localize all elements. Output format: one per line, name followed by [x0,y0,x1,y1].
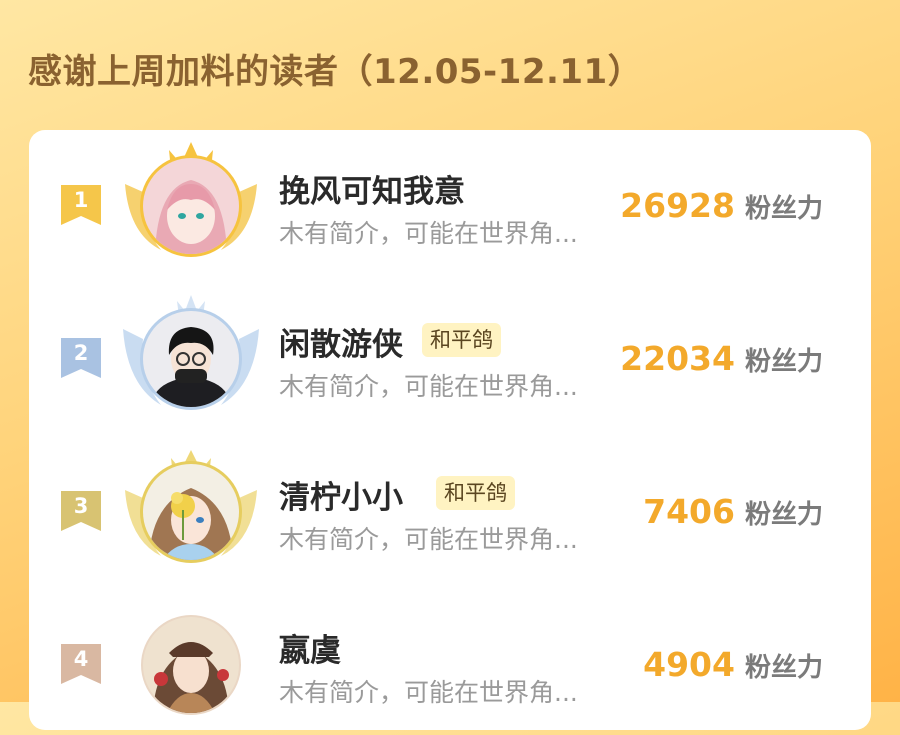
reader-name[interactable]: 挽风可知我意 [279,166,465,211]
fan-power: 7406 粉丝力 [643,492,823,531]
avatar-frame [121,442,261,582]
fan-power: 26928 粉丝力 [620,186,823,225]
fan-power-unit: 粉丝力 [744,653,823,683]
leaderboard-card: 1 挽风可知我意 木有简介，可能在世界角... 26928 粉丝力 2 闲散游侠… [29,130,871,730]
fan-power-score: 26928 [620,186,735,225]
avatar[interactable] [143,158,239,254]
reader-intro: 木有简介，可能在世界角... [279,678,578,707]
fan-power: 22034 粉丝力 [620,339,823,378]
rank-ribbon-icon: 4 [59,642,103,686]
avatar-frame [121,289,261,429]
fan-power-score: 4904 [643,645,735,684]
list-item[interactable]: 1 挽风可知我意 木有简介，可能在世界角... 26928 粉丝力 [29,130,871,270]
reader-intro: 木有简介，可能在世界角... [279,219,578,248]
list-item[interactable]: 3 清柠小小 和平鸽 木有简介，可能在世界角... 7406 粉丝力 [29,436,871,576]
list-item[interactable]: 4 嬴虞 木有简介，可能在世界角... 4904 粉丝力 [29,589,871,729]
reader-name[interactable]: 清柠小小 [279,472,403,517]
title-tag: 和平鸽 [436,476,515,510]
rank-ribbon-icon: 3 [59,489,103,533]
avatar[interactable] [143,464,239,560]
avatar-frame [121,136,261,276]
fan-power-score: 7406 [643,492,735,531]
reader-intro: 木有简介，可能在世界角... [279,525,578,554]
fan-power-unit: 粉丝力 [744,500,823,530]
fan-power: 4904 粉丝力 [643,645,823,684]
reader-name[interactable]: 嬴虞 [279,625,341,670]
avatar-frame [121,595,261,735]
reader-name[interactable]: 闲散游侠 [279,319,403,364]
fan-power-unit: 粉丝力 [744,194,823,224]
avatar[interactable] [143,311,239,407]
rank-ribbon-icon: 1 [59,183,103,227]
rank-ribbon-icon: 2 [59,336,103,380]
page-title: 感谢上周加料的读者（12.05-12.11） [28,52,643,92]
fan-power-score: 22034 [620,339,735,378]
fan-power-unit: 粉丝力 [744,347,823,377]
reader-intro: 木有简介，可能在世界角... [279,372,578,401]
list-item[interactable]: 2 闲散游侠 和平鸽 木有简介，可能在世界角... 22034 粉丝力 [29,283,871,423]
title-tag: 和平鸽 [422,323,501,357]
avatar[interactable] [143,617,239,713]
